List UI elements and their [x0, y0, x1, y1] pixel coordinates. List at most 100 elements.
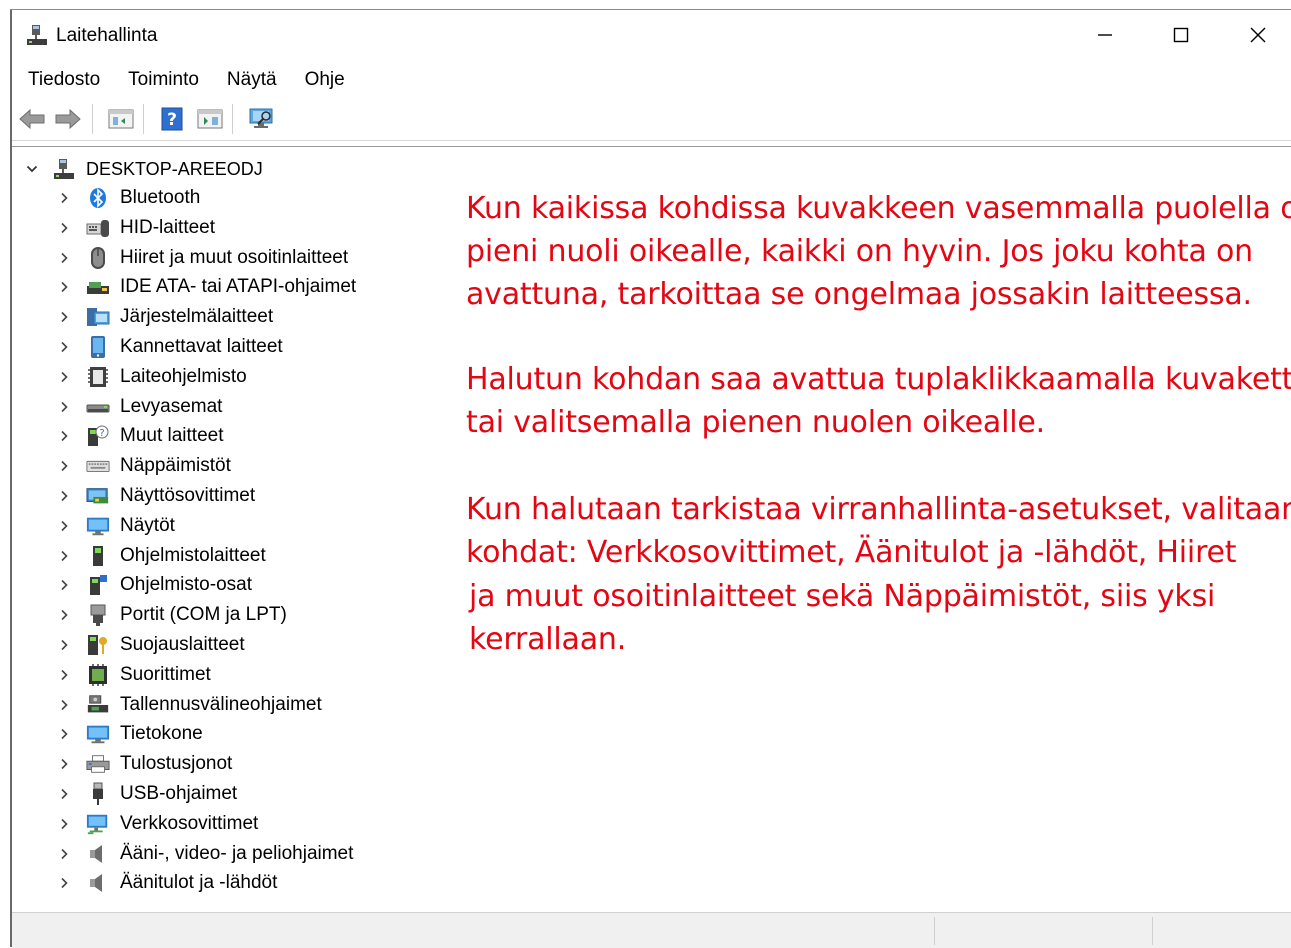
forward-icon[interactable] [54, 106, 82, 132]
tree-item[interactable]: Portit (COM ja LPT) [58, 600, 287, 630]
tree-item-label: Kannettavat laitteet [120, 336, 283, 357]
menu-view[interactable]: Näytä [212, 62, 290, 98]
tree-item[interactable]: IDE ATA- tai ATAPI-ohjaimet [58, 272, 356, 302]
toolbar-separator [143, 104, 144, 134]
tree-item-label: HID-laitteet [120, 216, 216, 238]
tree-item[interactable]: Laiteohjelmisto [58, 362, 247, 392]
chevron-right-icon[interactable] [58, 401, 70, 413]
chevron-right-icon[interactable] [58, 311, 70, 323]
ide-controller-icon [86, 275, 110, 299]
back-icon[interactable] [18, 106, 46, 132]
chevron-right-icon[interactable] [58, 699, 70, 711]
maximize-button[interactable] [1143, 10, 1219, 60]
chevron-right-icon[interactable] [58, 818, 70, 830]
title-bar[interactable]: Laitehallinta [12, 10, 1291, 62]
tree-item[interactable]: Tietokone [58, 719, 203, 749]
tree-item[interactable]: Suojauslaitteet [58, 630, 245, 660]
tree-item[interactable]: Verkkosovittimet [58, 809, 258, 839]
mouse-icon [86, 246, 110, 270]
chevron-right-icon[interactable] [58, 609, 70, 621]
tree-item-label: Levyasemat [120, 395, 223, 417]
tree-item[interactable]: Ohjelmisto-osat [58, 570, 252, 600]
chevron-right-icon[interactable] [58, 222, 70, 234]
tree-root-label: DESKTOP-AREEODJ [86, 159, 263, 179]
tree-item[interactable]: Kannettavat laitteet [58, 332, 283, 362]
chevron-right-icon[interactable] [58, 669, 70, 681]
tree-item-label: Tietokone [120, 723, 203, 745]
toolbar-separator [232, 104, 233, 134]
status-divider [934, 917, 935, 945]
tree-item-label: Ääni-, video- ja peliohjaimet [120, 842, 354, 864]
tree-item[interactable]: Näytöt [58, 511, 175, 541]
minimize-button[interactable] [1067, 10, 1143, 60]
tree-item-label: USB-ohjaimet [120, 783, 238, 804]
tree-item-label: Tallennusvälineohjaimet [120, 693, 322, 715]
tree-item[interactable]: Näppäimistöt [58, 451, 231, 481]
chevron-right-icon[interactable] [58, 252, 70, 264]
menu-action[interactable]: Toiminto [113, 62, 212, 98]
print-queue-icon [86, 752, 110, 776]
annotation-line: ja muut osoitinlaitteet sekä Näppäimistö… [469, 579, 1216, 614]
tree-item[interactable]: ? Muut laitteet [58, 421, 224, 451]
security-device-icon [86, 633, 110, 657]
help-icon[interactable]: ? [158, 106, 186, 132]
sound-icon [86, 842, 110, 866]
tree-item[interactable]: Järjestelmälaitteet [58, 302, 273, 332]
tree-item[interactable]: Hiiret ja muut osoitinlaitteet [58, 243, 348, 273]
tree-item[interactable]: Tulostusjonot [58, 749, 232, 779]
chevron-right-icon[interactable] [58, 758, 70, 770]
chevron-down-icon[interactable] [26, 163, 38, 175]
disk-drive-icon [86, 395, 110, 419]
chevron-right-icon[interactable] [58, 550, 70, 562]
tree-item[interactable]: USB-ohjaimet [58, 779, 237, 809]
tree-item[interactable]: Äänitulot ja -lähdöt [58, 868, 277, 898]
tree-item[interactable]: Näyttösovittimet [58, 481, 255, 511]
tree-item-label: Näytöt [120, 514, 175, 536]
chevron-right-icon[interactable] [58, 460, 70, 472]
show-hide-console-tree-icon[interactable] [107, 106, 135, 132]
chevron-right-icon[interactable] [58, 281, 70, 293]
chevron-right-icon[interactable] [58, 430, 70, 442]
scan-hardware-icon[interactable] [247, 106, 275, 132]
tree-item[interactable]: Bluetooth [58, 183, 200, 213]
monitor-icon [86, 514, 110, 538]
bluetooth-icon [86, 186, 110, 210]
tree-item-label: Tulostusjonot [120, 753, 233, 775]
menu-file[interactable]: Tiedosto [12, 62, 113, 98]
tree-item[interactable]: Ääni-, video- ja peliohjaimet [58, 839, 353, 869]
storage-controller-icon [86, 693, 110, 717]
device-manager-window: Laitehallinta Tiedosto Toiminto Näytä Oh… [0, 0, 1291, 948]
chevron-right-icon[interactable] [58, 728, 70, 740]
chevron-right-icon[interactable] [58, 520, 70, 532]
chevron-right-icon[interactable] [58, 579, 70, 591]
tree-item[interactable]: HID-laitteet [58, 213, 215, 243]
close-button[interactable] [1220, 10, 1291, 60]
chevron-right-icon[interactable] [58, 192, 70, 204]
display-adapter-icon [86, 484, 110, 508]
processor-icon [86, 663, 110, 687]
chevron-right-icon[interactable] [58, 788, 70, 800]
tree-item-label: Hiiret ja muut osoitinlaitteet [120, 246, 349, 268]
firmware-icon [86, 365, 110, 389]
chevron-right-icon[interactable] [58, 341, 70, 353]
chevron-right-icon[interactable] [58, 639, 70, 651]
menu-help[interactable]: Ohje [290, 62, 358, 98]
chevron-right-icon[interactable] [58, 877, 70, 889]
network-adapter-icon [86, 812, 110, 836]
tree-item[interactable]: Tallennusvälineohjaimet [58, 690, 322, 720]
tree-item[interactable]: Ohjelmistolaitteet [58, 541, 266, 571]
chevron-right-icon[interactable] [58, 371, 70, 383]
tree-item[interactable]: Levyasemat [58, 392, 222, 422]
software-device-icon [86, 544, 110, 568]
tree-item[interactable]: Suorittimet [58, 660, 211, 690]
tree-item-label: Ohjelmisto-osat [120, 574, 252, 596]
tree-item-label: Näppäimistöt [120, 455, 231, 477]
tree-root[interactable]: DESKTOP-AREEODJ [26, 157, 263, 181]
annotation-line: Kun halutaan tarkistaa virranhallinta-as… [466, 492, 1291, 527]
toolbar-separator [92, 104, 93, 134]
chevron-right-icon[interactable] [58, 490, 70, 502]
keyboard-icon [86, 454, 110, 478]
tree-item-label: IDE ATA- tai ATAPI-ohjaimet [120, 276, 357, 298]
chevron-right-icon[interactable] [58, 848, 70, 860]
action-pane-icon[interactable] [196, 106, 224, 132]
